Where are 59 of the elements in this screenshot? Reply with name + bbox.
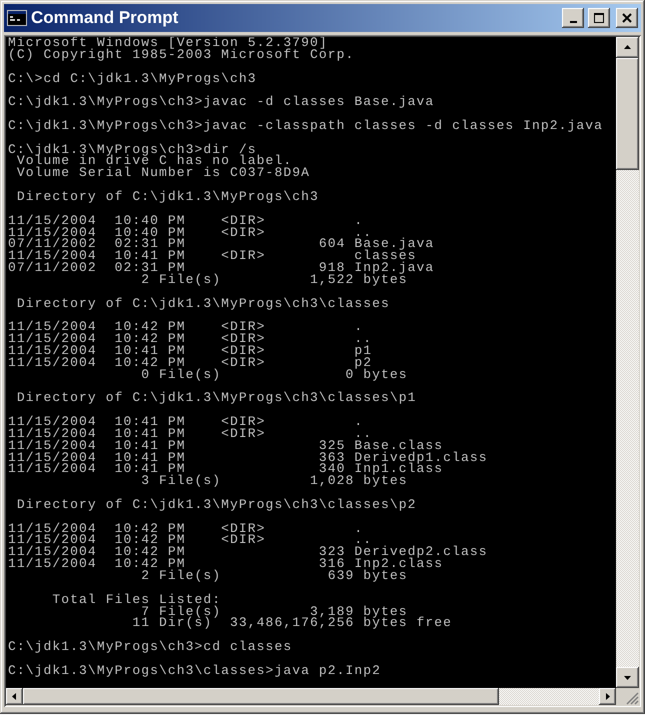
close-icon <box>622 13 632 23</box>
scroll-left-button[interactable] <box>6 688 23 705</box>
resize-grip-icon[interactable] <box>626 692 639 705</box>
console-line: 11/15/2004 10:40 PM <DIR> .. <box>8 226 372 238</box>
scroll-down-button[interactable] <box>616 667 639 688</box>
console-line: 11/15/2004 10:41 PM <DIR> . <box>8 416 364 428</box>
console-line: C:\jdk1.3\MyProgs\ch3>javac -classpath classes -d classes Inp2.java <box>8 120 604 132</box>
console-line: Total Files Listed: <box>51 594 222 606</box>
console-line: 11/15/2004 10:41 PM <DIR> .. <box>8 428 372 440</box>
console-line: Volume in drive C has no label. <box>16 155 292 168</box>
console-line: 07/11/2002 02:31 PM 918 Inp2.java <box>8 262 434 274</box>
console-line: 11/15/2004 10:41 PM 325 Base.class <box>8 440 444 452</box>
right-arrow-icon <box>603 692 612 701</box>
maximize-button[interactable] <box>588 8 610 28</box>
console-line: Directory of C:\jdk1.3\MyProgs\ch3\classes\p2 <box>16 498 417 511</box>
console-line: 7 File(s) 3,189 bytes <box>141 606 408 618</box>
console-line: 11/15/2004 10:42 PM <DIR> .. <box>8 534 372 546</box>
console-line: C:\jdk1.3\MyProgs\ch3>cd classes <box>8 641 292 653</box>
left-arrow-icon <box>10 692 19 701</box>
console-line: Directory of C:\jdk1.3\MyProgs\ch3\classes\p1 <box>16 392 417 404</box>
scroll-thumb[interactable] <box>23 688 499 705</box>
console-line: 11/15/2004 10:42 PM <DIR> p2 <box>8 356 372 369</box>
console-line: C:\>cd C:\jdk1.3\MyProgs\ch3 <box>8 72 257 84</box>
vertical-scrollbar[interactable] <box>616 37 639 688</box>
console-line: Directory of C:\jdk1.3\MyProgs\ch3\classes <box>16 298 390 310</box>
console-line: 11/15/2004 10:42 PM <DIR> . <box>8 321 364 334</box>
console-line: 11/15/2004 10:42 PM <DIR> . <box>8 522 364 534</box>
console-line: Directory of C:\jdk1.3\MyProgs\ch3 <box>16 190 319 203</box>
console-line: 11 Dir(s) 33,486,176,256 bytes free <box>131 617 452 630</box>
console-line: (C) Copyright 1985-2003 Microsoft Corp. <box>8 48 354 61</box>
console-line: 07/11/2002 02:31 PM 604 Base.java <box>8 238 434 250</box>
console-icon <box>7 10 27 26</box>
console-line: 11/15/2004 10:41 PM <DIR> classes <box>8 250 417 262</box>
window-title: Command Prompt <box>31 8 180 28</box>
console-line: 2 File(s) 1,522 bytes <box>140 274 408 286</box>
scroll-up-button[interactable] <box>616 37 639 58</box>
minimize-button[interactable] <box>562 8 584 28</box>
console-line: 11/15/2004 10:42 PM <DIR> .. <box>8 333 372 345</box>
minimize-icon <box>570 20 576 22</box>
console-line: 2 File(s) 639 bytes <box>140 570 408 582</box>
console-line: C:\jdk1.3\MyProgs\ch3>javac -d classes Base.java <box>8 96 434 108</box>
console-line: 11/15/2004 10:41 PM 363 Derivedp1.class <box>8 452 488 464</box>
down-arrow-icon <box>623 673 632 682</box>
console-line: 11/15/2004 10:42 PM 316 Inp2.class <box>8 558 444 570</box>
horizontal-scrollbar[interactable] <box>6 688 639 705</box>
console-line: 11/15/2004 10:41 PM 340 Inp1.class <box>8 463 444 476</box>
close-button[interactable] <box>616 8 638 28</box>
console-line: 11/15/2004 10:41 PM <DIR> p1 <box>8 344 372 357</box>
console-line: C:\jdk1.3\MyProgs\ch3\classes>java p2.Inp2 <box>8 664 382 677</box>
console-line: 3 File(s) 1,028 bytes <box>140 475 408 488</box>
scroll-right-button[interactable] <box>599 688 616 705</box>
console-line: 0 File(s) 0 bytes <box>140 368 408 380</box>
console-line: Volume Serial Number is C037-8D9A <box>16 167 310 180</box>
console-line: 11/15/2004 10:42 PM 323 Derivedp2.class <box>8 546 488 558</box>
scroll-thumb[interactable] <box>616 58 639 170</box>
maximize-icon <box>594 13 604 23</box>
console-line: C:\jdk1.3\MyProgs\ch3>dir /s <box>8 144 257 156</box>
up-arrow-icon <box>623 43 632 52</box>
console-line: 11/15/2004 10:40 PM <DIR> . <box>8 214 364 226</box>
